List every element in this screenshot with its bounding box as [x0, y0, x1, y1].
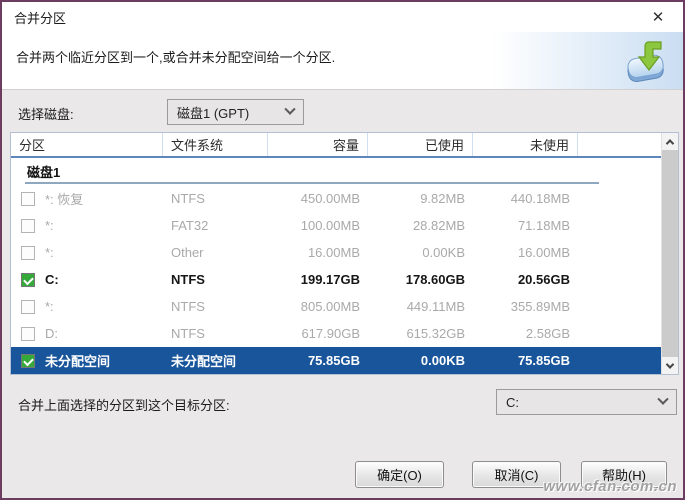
row-checkbox[interactable]: [21, 245, 35, 260]
unused-cell: 355.89MB: [510, 299, 570, 314]
partition-row[interactable]: *: FAT32 100.00MB 28.82MB 71.18MB: [11, 212, 661, 239]
filesystem-cell: Other: [171, 245, 204, 260]
chevron-down-icon: [665, 359, 675, 369]
dialog-description: 合并两个临近分区到一个,或合并未分配空间给一个分区.: [16, 50, 336, 65]
merge-partition-dialog: 合并分区 ✕ 合并两个临近分区到一个,或合并未分配空间给一个分区. 选择磁盘: …: [0, 0, 685, 500]
scroll-up-button[interactable]: [662, 133, 678, 150]
partition-row[interactable]: *: 恢复 NTFS 450.00MB 9.82MB 440.18MB: [11, 185, 661, 212]
close-button[interactable]: ✕: [645, 6, 671, 28]
partition-row[interactable]: C: NTFS 199.17GB 178.60GB 20.56GB: [11, 266, 661, 293]
partition-table: 分区 文件系统 容量 已使用 未使用 磁盘1 *: 恢复 NTFS 450.00…: [10, 132, 679, 375]
filesystem-cell: NTFS: [171, 191, 205, 206]
filesystem-cell: NTFS: [171, 326, 205, 341]
title-bar: 合并分区 ✕: [2, 2, 683, 32]
filesystem-cell: NTFS: [171, 299, 205, 314]
chevron-up-icon: [665, 138, 675, 148]
table-header: 分区 文件系统 容量 已使用 未使用: [11, 133, 661, 158]
partition-name: *:: [45, 245, 54, 260]
chevron-down-icon: [657, 393, 669, 405]
dialog-title: 合并分区: [14, 10, 67, 26]
capacity-cell: 617.90GB: [301, 326, 360, 341]
column-header-capacity[interactable]: 容量: [268, 133, 368, 156]
column-header-filler: [578, 133, 661, 156]
row-checkbox[interactable]: [21, 353, 35, 368]
partition-row[interactable]: D: NTFS 617.90GB 615.32GB 2.58GB: [11, 320, 661, 347]
disk-select-label: 选择磁盘:: [18, 107, 74, 122]
scrollbar-thumb[interactable]: [662, 150, 678, 357]
unused-cell: 440.18MB: [510, 191, 570, 206]
disk-group-header: 磁盘1: [11, 158, 661, 185]
used-cell: 28.82MB: [412, 218, 465, 233]
column-header-partition[interactable]: 分区: [11, 133, 163, 156]
filesystem-cell: FAT32: [171, 218, 209, 233]
used-cell: 0.00KB: [420, 353, 465, 368]
used-cell: 0.00KB: [422, 245, 465, 260]
partition-list-body: *: 恢复 NTFS 450.00MB 9.82MB 440.18MB *: F…: [11, 185, 661, 374]
watermark: www.cfan.com.cn: [543, 478, 677, 495]
used-cell: 615.32GB: [406, 326, 465, 341]
unused-cell: 20.56GB: [517, 272, 570, 287]
row-checkbox[interactable]: [21, 191, 35, 206]
partition-row[interactable]: 未分配空间 未分配空间 75.85GB 0.00KB 75.85GB: [11, 347, 661, 374]
scroll-down-button[interactable]: [662, 357, 678, 374]
partition-name: *: 恢复: [45, 192, 84, 207]
filesystem-cell: NTFS: [171, 272, 205, 287]
partition-name: C:: [45, 272, 59, 287]
row-checkbox[interactable]: [21, 272, 35, 287]
capacity-cell: 805.00MB: [300, 299, 360, 314]
capacity-cell: 450.00MB: [300, 191, 360, 206]
vertical-scrollbar[interactable]: [661, 133, 678, 374]
partition-name: *:: [45, 299, 54, 314]
chevron-down-icon: [284, 103, 296, 115]
capacity-cell: 16.00MB: [307, 245, 360, 260]
row-checkbox[interactable]: [21, 218, 35, 233]
target-partition-value: C:: [506, 394, 519, 410]
used-cell: 178.60GB: [405, 272, 465, 287]
unused-cell: 2.58GB: [525, 326, 570, 341]
column-header-used[interactable]: 已使用: [368, 133, 473, 156]
disk-select-value: 磁盘1 (GPT): [177, 105, 250, 121]
row-checkbox[interactable]: [21, 299, 35, 314]
capacity-cell: 75.85GB: [307, 353, 360, 368]
row-checkbox[interactable]: [21, 326, 35, 341]
partition-name: D:: [45, 326, 58, 341]
capacity-cell: 199.17GB: [300, 272, 360, 287]
used-cell: 9.82MB: [420, 191, 465, 206]
unused-cell: 75.85GB: [517, 353, 570, 368]
column-header-unused[interactable]: 未使用: [473, 133, 578, 156]
used-cell: 449.11MB: [406, 299, 465, 314]
partition-row[interactable]: *: NTFS 805.00MB 449.11MB 355.89MB: [11, 293, 661, 320]
close-icon: ✕: [651, 9, 665, 26]
unused-cell: 16.00MB: [517, 245, 570, 260]
partition-row[interactable]: *: Other 16.00MB 0.00KB 16.00MB: [11, 239, 661, 266]
merge-partition-icon: [621, 37, 669, 90]
disk-select-dropdown[interactable]: 磁盘1 (GPT): [167, 99, 304, 125]
filesystem-cell: 未分配空间: [171, 354, 237, 369]
capacity-cell: 100.00MB: [300, 218, 360, 233]
partition-name: 未分配空间: [45, 354, 111, 369]
target-partition-label: 合并上面选择的分区到这个目标分区:: [18, 398, 230, 413]
partition-name: *:: [45, 218, 54, 233]
header-banner: 合并两个临近分区到一个,或合并未分配空间给一个分区.: [2, 32, 683, 90]
target-partition-dropdown[interactable]: C:: [496, 389, 677, 415]
unused-cell: 71.18MB: [517, 218, 570, 233]
column-header-filesystem[interactable]: 文件系统: [163, 133, 268, 156]
partition-list: 分区 文件系统 容量 已使用 未使用 磁盘1 *: 恢复 NTFS 450.00…: [11, 133, 661, 374]
ok-button[interactable]: 确定(O): [355, 461, 444, 488]
